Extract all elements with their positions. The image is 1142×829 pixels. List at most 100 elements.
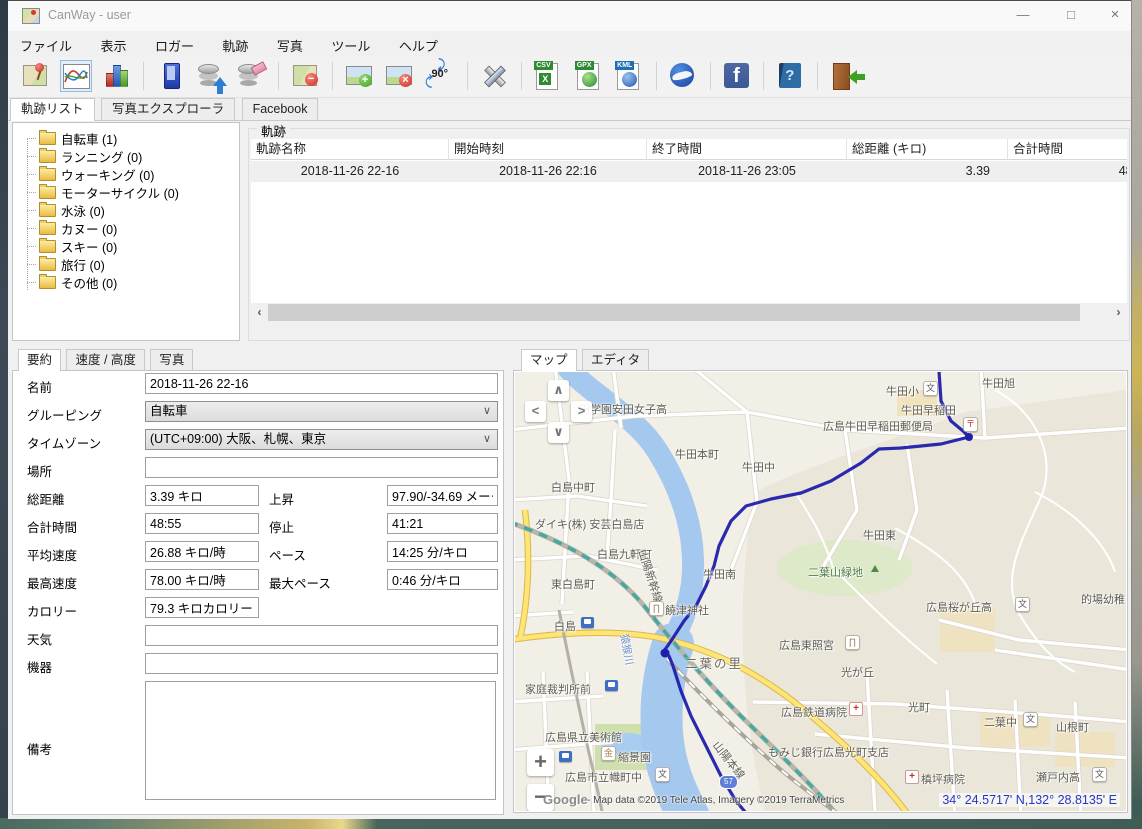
scroll-right-icon[interactable]: ›	[1110, 304, 1127, 321]
logger-device-icon[interactable]	[155, 60, 187, 92]
window-title: CanWay - user	[48, 8, 131, 22]
zoom-in-button[interactable]: +	[527, 749, 554, 776]
calories-input[interactable]	[145, 597, 259, 618]
max-speed-input[interactable]	[145, 569, 259, 590]
pan-down-icon[interactable]: ∨	[548, 422, 569, 443]
menu-file[interactable]: ファイル	[8, 31, 84, 55]
remove-photo-icon[interactable]: ×	[384, 60, 416, 92]
tab-summary[interactable]: 要約	[18, 349, 62, 371]
notes-textarea[interactable]	[145, 681, 496, 800]
route-shield: 57	[719, 775, 738, 789]
cell-distance[interactable]: 3.39	[847, 161, 1008, 182]
map-label: 二葉山緑地	[808, 567, 863, 579]
weather-input[interactable]	[145, 625, 498, 646]
tree-item-swimming[interactable]: 水泳 (0)	[21, 201, 237, 219]
tree-item-running[interactable]: ランニング (0)	[21, 147, 237, 165]
tab-speed-altitude[interactable]: 速度 / 高度	[66, 349, 145, 370]
map-label: 広島鉄道病院	[781, 707, 847, 719]
avg-speed-input[interactable]	[145, 541, 259, 562]
col-distance[interactable]: 総距離 (キロ)	[847, 139, 1008, 160]
menu-photo[interactable]: 写真	[265, 31, 315, 55]
rotate-90-icon[interactable]: ⤸ 90° ⤸	[424, 57, 456, 92]
track-table-hscrollbar[interactable]: ‹ ›	[251, 304, 1127, 321]
stop-input[interactable]	[387, 513, 498, 534]
export-gpx-icon[interactable]: GPX	[573, 60, 605, 92]
col-total-time[interactable]: 合計時間	[1008, 139, 1127, 160]
bar-chart-icon[interactable]	[101, 60, 133, 92]
help-icon[interactable]: ?	[775, 60, 807, 92]
cell-start-time[interactable]: 2018-11-26 22:16	[449, 161, 647, 182]
folder-icon	[39, 273, 56, 289]
school-icon: 文	[1015, 597, 1030, 612]
cell-end-time[interactable]: 2018-11-26 23:05	[647, 161, 847, 182]
station-icon	[605, 680, 618, 691]
tab-map[interactable]: マップ	[521, 349, 577, 371]
menu-help[interactable]: ヘルプ	[387, 31, 450, 55]
pan-up-icon[interactable]: ∧	[548, 380, 569, 401]
export-kml-icon[interactable]: KML	[613, 60, 645, 92]
menu-tools[interactable]: ツール	[319, 31, 382, 55]
distance-input[interactable]	[145, 485, 259, 506]
tab-facebook[interactable]: Facebook	[241, 98, 319, 120]
menu-logger[interactable]: ロガー	[143, 31, 206, 55]
col-end-time[interactable]: 終了時間	[647, 139, 847, 160]
minimize-button[interactable]: —	[1006, 1, 1040, 31]
cell-total-time[interactable]: 48:55	[1008, 161, 1127, 182]
pace-input[interactable]	[387, 541, 498, 562]
tree-item-travel[interactable]: 旅行 (0)	[21, 255, 237, 273]
scroll-left-icon[interactable]: ‹	[251, 304, 268, 321]
folder-icon	[39, 237, 56, 253]
grouping-select[interactable]: 自転車 ∨	[145, 401, 498, 422]
tab-photos[interactable]: 写真	[150, 349, 194, 370]
maximize-button[interactable]: □	[1054, 1, 1088, 31]
map-label: 牛田旭	[982, 378, 1015, 390]
tree-item-motorcycle[interactable]: モーターサイクル (0)	[21, 183, 237, 201]
menu-bar: ファイル 表示 ロガー 軌跡 写真 ツール ヘルプ	[8, 31, 1131, 57]
remove-from-map-icon[interactable]: −	[290, 60, 322, 92]
ascent-input[interactable]	[387, 485, 498, 506]
map-label: 牛田南	[703, 569, 736, 581]
device-input[interactable]	[145, 653, 498, 674]
timezone-select[interactable]: (UTC+09:00) 大阪、札幌、東京 ∨	[145, 429, 498, 450]
settings-tools-icon[interactable]	[478, 60, 510, 92]
menu-view[interactable]: 表示	[88, 31, 138, 55]
avg-speed-label: 平均速度	[27, 549, 78, 563]
facebook-icon[interactable]: f	[721, 60, 753, 92]
download-tracks-icon[interactable]	[195, 60, 228, 94]
map-label: 広島東照宮	[779, 640, 834, 652]
add-photo-icon[interactable]: +	[344, 60, 376, 92]
max-pace-input[interactable]	[387, 569, 498, 590]
clear-logger-icon[interactable]	[236, 60, 268, 92]
track-map-icon[interactable]	[20, 60, 52, 92]
tab-photo-explorer[interactable]: 写真エクスプローラ	[100, 98, 236, 120]
cell-track-name[interactable]: 2018-11-26 22-16	[251, 161, 449, 182]
speed-chart-icon[interactable]	[60, 60, 93, 92]
location-input[interactable]	[145, 457, 498, 478]
google-earth-icon[interactable]	[667, 60, 699, 92]
tab-track-list[interactable]: 軌跡リスト	[10, 98, 95, 121]
tab-editor[interactable]: エディタ	[581, 349, 650, 370]
menu-track[interactable]: 軌跡	[210, 31, 260, 55]
tree-item-other[interactable]: その他 (0)	[21, 273, 237, 291]
export-csv-icon[interactable]: CSV X	[532, 60, 564, 92]
map-label: 牛田本町	[675, 449, 719, 461]
pan-left-icon[interactable]: <	[525, 401, 546, 422]
map-canvas[interactable]: 牛田小 牛田旭 田学園安田女子高 牛田早稲田 広島牛田早稲田郵便局 牛田本町 牛…	[515, 372, 1126, 811]
pan-right-icon[interactable]: >	[571, 401, 592, 422]
map-label: 饒津神社	[665, 605, 709, 617]
desktop-taskbar-strip	[0, 818, 1142, 829]
scrollbar-thumb[interactable]	[268, 304, 1080, 321]
exit-icon[interactable]	[829, 60, 865, 92]
tree-item-ski[interactable]: スキー (0)	[21, 237, 237, 255]
tree-item-canoe[interactable]: カヌー (0)	[21, 219, 237, 237]
total-time-input[interactable]	[145, 513, 259, 534]
hospital-icon: +	[849, 702, 863, 716]
name-input[interactable]	[145, 373, 498, 394]
close-button[interactable]: ×	[1098, 1, 1132, 31]
tree-item-walking[interactable]: ウォーキング (0)	[21, 165, 237, 183]
col-start-time[interactable]: 開始時刻	[449, 139, 647, 160]
col-track-name[interactable]: 軌跡名称	[251, 139, 449, 160]
weather-label: 天気	[27, 633, 53, 647]
tree-item-bicycle[interactable]: 自転車 (1)	[21, 129, 237, 147]
title-bar[interactable]: CanWay - user — □ ×	[8, 1, 1131, 31]
